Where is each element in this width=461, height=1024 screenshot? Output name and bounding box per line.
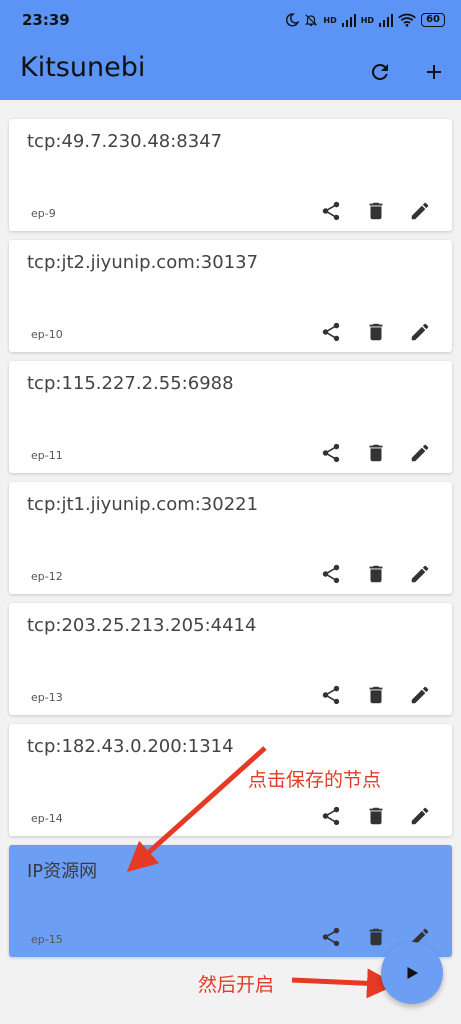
endpoint-card[interactable]: tcp:jt2.jiyunip.com:30137 ep-10 (9, 240, 452, 352)
endpoint-tag: ep-12 (31, 570, 63, 583)
endpoint-card[interactable]: tcp:182.43.0.200:1314 ep-14 (9, 724, 452, 836)
pencil-icon (411, 444, 429, 462)
play-icon (407, 967, 418, 979)
endpoint-card[interactable]: tcp:203.25.213.205:4414 ep-13 (9, 603, 452, 715)
share-button[interactable] (317, 802, 345, 830)
share-button[interactable] (317, 923, 345, 951)
trash-icon (369, 686, 383, 704)
endpoint-address: tcp:182.43.0.200:1314 (27, 736, 234, 757)
mute-bell-icon (305, 14, 318, 26)
delete-button[interactable] (362, 802, 390, 830)
delete-button[interactable] (362, 439, 390, 467)
share-button[interactable] (317, 681, 345, 709)
arrow-to-fab (291, 968, 397, 999)
edit-button[interactable] (406, 681, 434, 709)
pencil-icon (411, 323, 429, 341)
status-icons: HD HD 60 (285, 13, 445, 27)
share-button[interactable] (317, 318, 345, 346)
delete-button[interactable] (362, 318, 390, 346)
delete-button[interactable] (362, 560, 390, 588)
endpoint-tag: ep-11 (31, 449, 63, 462)
delete-button[interactable] (362, 923, 390, 951)
annotation-then-start: 然后开启 (198, 974, 275, 996)
endpoint-card[interactable]: tcp:jt1.jiyunip.com:30221 ep-12 (9, 482, 452, 594)
app-title: Kitsunebi (20, 52, 146, 83)
trash-icon (369, 202, 383, 220)
share-icon (322, 927, 340, 947)
refresh-icon (371, 63, 388, 80)
refresh-button[interactable] (362, 54, 398, 90)
delete-button[interactable] (362, 681, 390, 709)
share-icon (322, 685, 340, 705)
app-bar: 23:39 HD HD 60 Kitsunebi (0, 0, 461, 100)
trash-icon (369, 565, 383, 583)
trash-icon (369, 444, 383, 462)
pencil-icon (411, 686, 429, 704)
share-button[interactable] (317, 560, 345, 588)
signal-icon (341, 13, 356, 27)
share-button[interactable] (317, 197, 345, 225)
share-icon (322, 806, 340, 826)
edit-button[interactable] (406, 439, 434, 467)
signal-hd-label-2: HD (360, 15, 375, 25)
endpoint-card[interactable]: tcp:49.7.230.48:8347 ep-9 (9, 119, 452, 231)
endpoint-tag: ep-10 (31, 328, 63, 341)
endpoint-card[interactable]: IP资源网 ep-15 (9, 845, 452, 957)
share-icon (322, 322, 340, 342)
status-bar: 23:39 HD HD 60 (0, 0, 461, 40)
endpoint-card[interactable]: tcp:115.227.2.55:6988 ep-11 (9, 361, 452, 473)
moon-icon (286, 13, 300, 27)
pencil-icon (411, 565, 429, 583)
endpoint-address: IP资源网 (27, 861, 98, 882)
endpoint-tag: ep-14 (31, 812, 63, 825)
start-fab[interactable] (381, 942, 443, 1004)
edit-button[interactable] (406, 802, 434, 830)
endpoint-tag: ep-9 (31, 207, 56, 220)
trash-icon (369, 807, 383, 825)
status-time: 23:39 (22, 11, 70, 29)
endpoint-address: tcp:49.7.230.48:8347 (27, 131, 223, 152)
add-button[interactable] (416, 54, 452, 90)
edit-button[interactable] (406, 318, 434, 346)
endpoint-address: tcp:jt1.jiyunip.com:30221 (27, 494, 259, 515)
share-icon (322, 201, 340, 221)
share-icon (322, 443, 340, 463)
endpoint-address: tcp:115.227.2.55:6988 (27, 373, 234, 394)
pencil-icon (411, 807, 429, 825)
trash-icon (369, 323, 383, 341)
trash-icon (369, 928, 383, 946)
endpoint-tag: ep-13 (31, 691, 63, 704)
battery-indicator: 60 (421, 13, 445, 27)
endpoint-address: tcp:jt2.jiyunip.com:30137 (27, 252, 259, 273)
signal-icon (379, 13, 394, 27)
delete-button[interactable] (362, 197, 390, 225)
edit-button[interactable] (406, 560, 434, 588)
share-icon (322, 564, 340, 584)
share-button[interactable] (317, 439, 345, 467)
wifi-icon (398, 13, 416, 27)
endpoint-address: tcp:203.25.213.205:4414 (27, 615, 257, 636)
signal-hd-label-1: HD (323, 15, 337, 25)
edit-button[interactable] (406, 197, 434, 225)
add-icon (427, 65, 441, 79)
endpoint-tag: ep-15 (31, 933, 63, 946)
annotation-click-node: 点击保存的节点 (248, 769, 382, 791)
pencil-icon (411, 202, 429, 220)
